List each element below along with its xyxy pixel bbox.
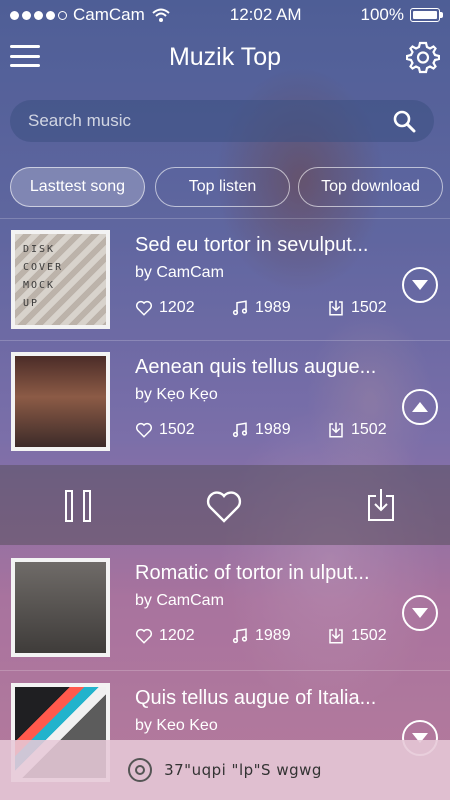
downloads-count: 1502 [327, 421, 423, 439]
player-controls [0, 465, 450, 545]
song-item[interactable]: Aenean quis tellus augue... by Kẹo Kẹo 1… [0, 352, 450, 467]
likes-count: 1502 [135, 421, 231, 439]
gear-icon[interactable] [406, 40, 440, 74]
battery-percent: 100% [360, 5, 404, 24]
divider [0, 340, 450, 341]
tab-label: Lasttest song [29, 178, 126, 195]
song-item[interactable]: DISK COVER MOCK UP Sed eu tortor in sevu… [0, 230, 450, 345]
plays-value: 1989 [255, 299, 291, 316]
divider [0, 218, 450, 219]
status-right: 100% [360, 5, 443, 25]
disc-icon [128, 758, 153, 782]
tab-label: Top listen [188, 178, 257, 195]
heart-icon [135, 300, 153, 316]
likes-value: 1202 [159, 627, 195, 644]
tab-top-download[interactable]: Top download [298, 167, 443, 207]
song-stats: 1502 1989 1502 [135, 421, 423, 439]
music-note-icon [232, 628, 248, 644]
song-item[interactable]: Romatic of tortor in ulput... by CamCam … [0, 558, 450, 673]
downloads-value: 1502 [351, 299, 387, 316]
download-icon[interactable] [367, 488, 395, 522]
status-bar: CamCam 12:02 AM 100% [0, 0, 450, 30]
app-header: Muzik Top [0, 30, 450, 85]
plays-count: 1989 [231, 299, 327, 317]
song-stats: 1202 1989 1502 [135, 627, 423, 645]
expand-button[interactable] [402, 267, 438, 303]
wifi-icon [152, 8, 170, 22]
tab-label: Top download [321, 178, 420, 195]
plays-count: 1989 [231, 421, 327, 439]
downloads-value: 1502 [351, 421, 387, 438]
tab-latest-song[interactable]: Lasttest song [10, 167, 145, 207]
song-title: Romatic of tortor in ulput... [135, 562, 370, 584]
tab-bar: Lasttest song Top listen Top download [10, 167, 450, 207]
tab-top-listen[interactable]: Top listen [155, 167, 290, 207]
plays-value: 1989 [255, 421, 291, 438]
chevron-down-icon [412, 280, 428, 290]
downloads-count: 1502 [327, 299, 423, 317]
heart-icon [135, 628, 153, 644]
album-cover: DISK COVER MOCK UP [11, 230, 110, 329]
signal-icon [10, 10, 67, 20]
likes-count: 1202 [135, 627, 231, 645]
likes-value: 1502 [159, 421, 195, 438]
heart-icon [135, 422, 153, 438]
song-title: Sed eu tortor in sevulput... [135, 234, 369, 256]
download-icon [329, 628, 343, 644]
song-stats: 1202 1989 1502 [135, 299, 423, 317]
search-input[interactable] [28, 111, 392, 131]
chevron-down-icon [412, 608, 428, 618]
music-note-icon [232, 422, 248, 438]
plays-count: 1989 [231, 627, 327, 645]
music-note-icon [232, 300, 248, 316]
song-artist: by Keo Keo [135, 717, 218, 734]
likes-value: 1202 [159, 299, 195, 316]
carrier-name: CamCam [73, 5, 145, 24]
song-artist: by CamCam [135, 264, 224, 281]
hamburger-menu-icon[interactable] [10, 42, 40, 70]
plays-value: 1989 [255, 627, 291, 644]
status-time: 12:02 AM [229, 5, 302, 24]
search-bar [10, 100, 434, 142]
pause-icon[interactable] [65, 490, 91, 522]
divider [0, 670, 450, 671]
song-title: Quis tellus augue of Italia... [135, 687, 377, 709]
battery-icon [409, 8, 443, 22]
downloads-count: 1502 [327, 627, 423, 645]
status-left: CamCam [10, 5, 171, 25]
download-icon [329, 300, 343, 316]
downloads-value: 1502 [351, 627, 387, 644]
now-playing-text: 37"uqpi "lp"S wgwg [164, 761, 322, 779]
now-playing-bar[interactable]: 37"uqpi "lp"S wgwg [0, 740, 450, 800]
collapse-button[interactable] [402, 389, 438, 425]
song-title: Aenean quis tellus augue... [135, 356, 377, 378]
song-artist: by Kẹo Kẹo [135, 386, 218, 403]
song-artist: by CamCam [135, 592, 224, 609]
heart-icon[interactable] [206, 489, 242, 523]
album-cover [11, 558, 110, 657]
page-title: Muzik Top [168, 43, 282, 71]
album-cover [11, 352, 110, 451]
chevron-up-icon [412, 402, 428, 412]
search-icon[interactable] [392, 109, 416, 133]
download-icon [329, 422, 343, 438]
likes-count: 1202 [135, 299, 231, 317]
expand-button[interactable] [402, 595, 438, 631]
